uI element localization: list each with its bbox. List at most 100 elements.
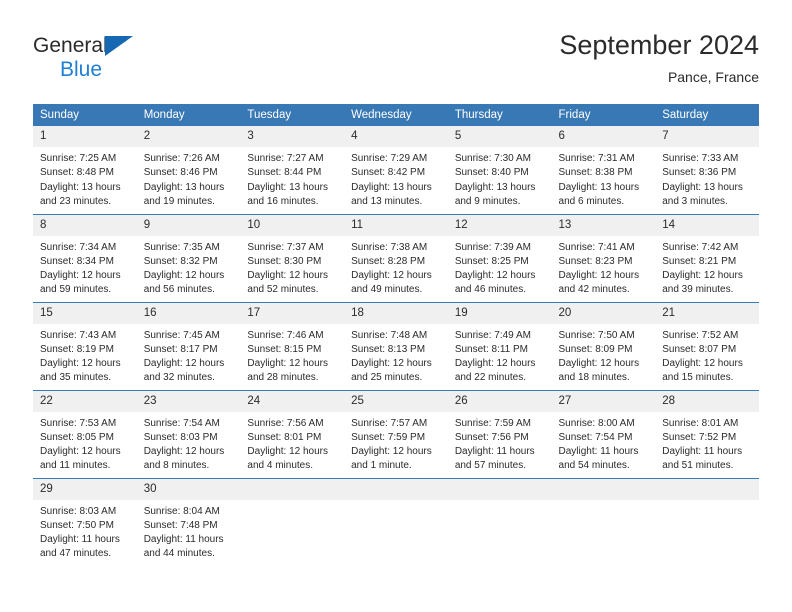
calendar-day-cell[interactable]: 17 Sunrise: 7:46 AM Sunset: 8:15 PM Dayligh…	[240, 301, 345, 390]
calendar-day-cell[interactable]: 30 Sunrise: 8:04 AM Sunset: 7:48 PM Dayligh…	[136, 477, 241, 566]
calendar-day-cell[interactable]: 18 Sunrise: 7:48 AM Sunset: 8:13 PM Dayligh…	[344, 301, 448, 390]
daylight-text-line1: Daylight: 12 hours	[40, 270, 121, 282]
weekday-header-friday: Friday	[551, 104, 656, 126]
calendar-day-cell[interactable]: 21 Sunrise: 7:52 AM Sunset: 8:07 PM Dayligh…	[655, 301, 759, 390]
daylight-text-line2: and 18 minutes.	[558, 372, 630, 384]
day-details: Sunrise: 7:42 AM Sunset: 8:21 PM Daylight:…	[655, 236, 759, 298]
daylight-text-line1: Daylight: 13 hours	[143, 181, 225, 193]
sunrise-text: Sunrise: 7:43 AM	[40, 329, 117, 341]
triangle-icon	[105, 36, 133, 56]
sunset-text: Sunset: 8:15 PM	[247, 343, 322, 355]
day-number: 27	[551, 390, 656, 412]
sunset-text: Sunset: 8:28 PM	[351, 255, 426, 267]
sunrise-text: Sunrise: 7:35 AM	[143, 241, 220, 253]
daylight-text-line2: and 46 minutes.	[454, 284, 526, 296]
day-details: Sunrise: 8:01 AM Sunset: 7:52 PM Daylight:…	[655, 412, 759, 474]
daylight-text-line2: and 54 minutes.	[558, 460, 630, 472]
calendar-day-cell[interactable]: 20 Sunrise: 7:50 AM Sunset: 8:09 PM Dayligh…	[551, 301, 656, 390]
sunrise-text: Sunrise: 7:38 AM	[351, 241, 428, 253]
day-details	[655, 500, 759, 505]
calendar-day-cell[interactable]: 13 Sunrise: 7:41 AM Sunset: 8:23 PM Dayligh…	[551, 213, 656, 302]
sunrise-text: Sunrise: 8:04 AM	[143, 505, 220, 517]
day-number: 25	[344, 390, 448, 412]
calendar-day-cell[interactable]: 14 Sunrise: 7:42 AM Sunset: 8:21 PM Dayligh…	[655, 213, 759, 302]
calendar-day-cell[interactable]: 3 Sunrise: 7:27 AM Sunset: 8:44 PM Daylight…	[240, 126, 345, 214]
calendar-day-cell[interactable]: 9 Sunrise: 7:35 AM Sunset: 8:32 PM Daylight…	[136, 213, 241, 302]
day-details: Sunrise: 7:33 AM Sunset: 8:36 PM Daylight:…	[655, 147, 759, 209]
calendar-day-cell[interactable]: 12 Sunrise: 7:39 AM Sunset: 8:25 PM Dayligh…	[447, 213, 552, 302]
calendar-grid: Sunday Monday Tuesday Wednesday Thursday…	[33, 104, 759, 566]
sunset-text: Sunset: 8:17 PM	[143, 343, 218, 355]
calendar-day-cell[interactable]: 19 Sunrise: 7:49 AM Sunset: 8:11 PM Dayligh…	[447, 301, 552, 390]
daylight-text-line1: Daylight: 11 hours	[143, 534, 224, 546]
day-details: Sunrise: 7:53 AM Sunset: 8:05 PM Daylight:…	[33, 412, 137, 474]
day-number: 2	[136, 126, 241, 147]
sunrise-text: Sunrise: 7:57 AM	[351, 417, 428, 429]
brand-name-blue: Blue	[60, 58, 103, 81]
day-number: 1	[33, 126, 137, 147]
calendar-day-cell[interactable]: 7 Sunrise: 7:33 AM Sunset: 8:36 PM Daylight…	[655, 126, 759, 214]
calendar-day-cell[interactable]: 1 Sunrise: 7:25 AM Sunset: 8:48 PM Daylight…	[33, 126, 137, 214]
calendar-page: General Blue September 2024 Pance, Franc…	[0, 0, 792, 612]
title-block: September 2024 Pance, France	[559, 28, 759, 87]
day-number: 19	[447, 302, 552, 324]
calendar-day-cell[interactable]: 16 Sunrise: 7:45 AM Sunset: 8:17 PM Dayligh…	[136, 301, 241, 390]
daylight-text-line1: Daylight: 13 hours	[454, 181, 536, 193]
calendar-day-cell[interactable]: 26 Sunrise: 7:59 AM Sunset: 7:56 PM Dayligh…	[447, 389, 552, 478]
sunset-text: Sunset: 7:48 PM	[143, 519, 218, 531]
calendar-day-cell[interactable]: 2 Sunrise: 7:26 AM Sunset: 8:46 PM Daylight…	[136, 126, 241, 214]
daylight-text-line2: and 56 minutes.	[143, 284, 215, 296]
daylight-text-line1: Daylight: 13 hours	[247, 181, 329, 193]
calendar-body: 1 Sunrise: 7:25 AM Sunset: 8:48 PM Daylight…	[33, 126, 759, 566]
calendar-day-cell[interactable]: 24 Sunrise: 7:56 AM Sunset: 8:01 PM Dayligh…	[240, 389, 345, 478]
calendar-day-cell[interactable]: 22 Sunrise: 7:53 AM Sunset: 8:05 PM Dayligh…	[33, 389, 137, 478]
calendar-day-cell[interactable]: 28 Sunrise: 8:01 AM Sunset: 7:52 PM Dayligh…	[655, 389, 759, 478]
calendar-day-cell[interactable]: 5 Sunrise: 7:30 AM Sunset: 8:40 PM Daylight…	[447, 126, 552, 214]
sunrise-text: Sunrise: 7:31 AM	[558, 153, 635, 164]
day-details	[552, 500, 656, 505]
daylight-text-line2: and 32 minutes.	[143, 372, 215, 384]
calendar-day-cell[interactable]: 8 Sunrise: 7:34 AM Sunset: 8:34 PM Daylight…	[33, 213, 137, 302]
day-number: 6	[551, 126, 656, 147]
day-number: 14	[655, 214, 759, 236]
calendar-day-cell[interactable]: 27 Sunrise: 8:00 AM Sunset: 7:54 PM Dayligh…	[551, 389, 656, 478]
day-details: Sunrise: 7:54 AM Sunset: 8:03 PM Daylight:…	[137, 412, 241, 474]
calendar-day-cell[interactable]: 4 Sunrise: 7:29 AM Sunset: 8:42 PM Daylight…	[344, 126, 448, 214]
sunrise-text: Sunrise: 7:46 AM	[247, 329, 324, 341]
sunset-text: Sunset: 8:46 PM	[143, 167, 218, 179]
sunset-text: Sunset: 8:21 PM	[662, 255, 737, 267]
daylight-text-line1: Daylight: 12 hours	[558, 270, 640, 282]
day-details: Sunrise: 7:26 AM Sunset: 8:46 PM Daylight:…	[137, 147, 241, 209]
day-details: Sunrise: 8:04 AM Sunset: 7:48 PM Daylight:…	[137, 500, 241, 562]
daylight-text-line1: Daylight: 12 hours	[143, 446, 225, 458]
calendar-day-cell[interactable]: 10 Sunrise: 7:37 AM Sunset: 8:30 PM Dayligh…	[240, 213, 345, 302]
calendar-week-row: 1 Sunrise: 7:25 AM Sunset: 8:48 PM Daylight…	[33, 126, 759, 214]
weekday-header-sunday: Sunday	[33, 104, 137, 126]
calendar-day-cell[interactable]: 11 Sunrise: 7:38 AM Sunset: 8:28 PM Dayligh…	[344, 213, 448, 302]
calendar-day-cell[interactable]: 25 Sunrise: 7:57 AM Sunset: 7:59 PM Dayligh…	[344, 389, 448, 478]
day-number: 20	[551, 302, 656, 324]
day-details: Sunrise: 7:38 AM Sunset: 8:28 PM Daylight:…	[344, 236, 448, 298]
sunset-text: Sunset: 8:34 PM	[40, 255, 114, 267]
sunrise-text: Sunrise: 7:53 AM	[40, 417, 117, 429]
sunset-text: Sunset: 8:32 PM	[143, 255, 218, 267]
sunset-text: Sunset: 7:50 PM	[40, 519, 114, 531]
brand-logo[interactable]: General Blue	[33, 33, 263, 89]
calendar-day-cell[interactable]: 15 Sunrise: 7:43 AM Sunset: 8:19 PM Dayligh…	[33, 301, 137, 390]
calendar-day-cell[interactable]: 6 Sunrise: 7:31 AM Sunset: 8:38 PM Daylight…	[551, 126, 656, 214]
sunrise-text: Sunrise: 8:00 AM	[558, 417, 635, 429]
day-details: Sunrise: 8:03 AM Sunset: 7:50 PM Daylight:…	[33, 500, 137, 562]
day-number: 10	[240, 214, 345, 236]
sunrise-text: Sunrise: 7:25 AM	[40, 153, 117, 164]
daylight-text-line2: and 51 minutes.	[662, 460, 734, 472]
calendar-day-cell[interactable]: 23 Sunrise: 7:54 AM Sunset: 8:03 PM Dayligh…	[136, 389, 241, 478]
day-details: Sunrise: 7:48 AM Sunset: 8:13 PM Daylight:…	[344, 324, 448, 386]
day-details: Sunrise: 7:34 AM Sunset: 8:34 PM Daylight:…	[33, 236, 137, 298]
day-number: 15	[33, 302, 137, 324]
calendar-day-cell[interactable]: 29 Sunrise: 8:03 AM Sunset: 7:50 PM Dayligh…	[33, 477, 137, 566]
day-number: 26	[447, 390, 552, 412]
day-details	[448, 500, 552, 505]
sunrise-text: Sunrise: 8:01 AM	[662, 417, 739, 429]
sunset-text: Sunset: 7:59 PM	[351, 431, 426, 443]
day-details: Sunrise: 7:49 AM Sunset: 8:11 PM Daylight:…	[448, 324, 552, 386]
